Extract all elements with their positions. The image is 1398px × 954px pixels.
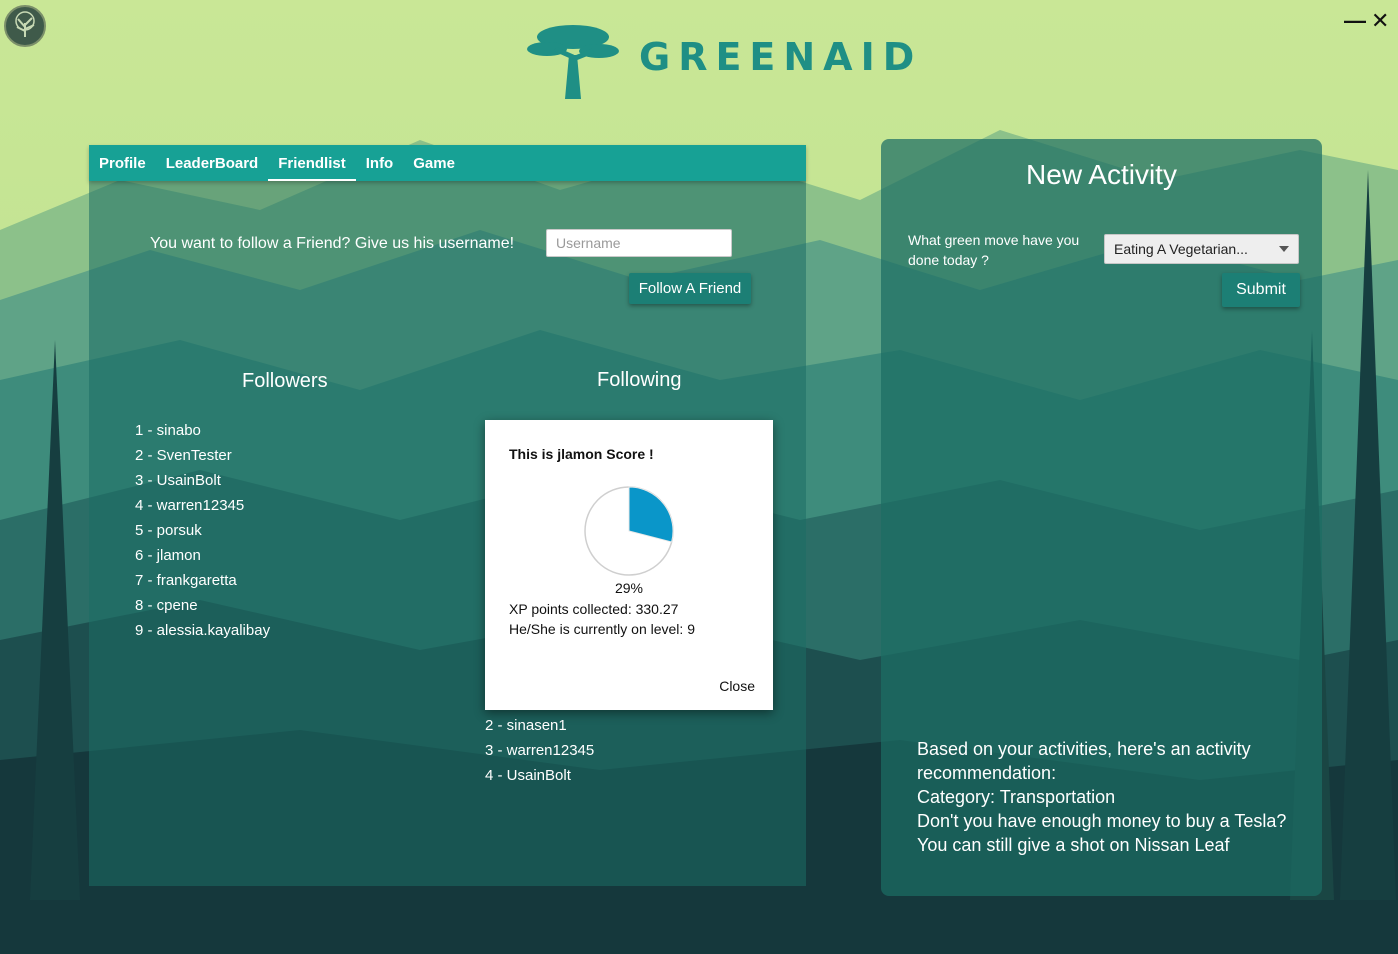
follower-item[interactable]: 2 - SvenTester bbox=[135, 443, 270, 468]
recommendation-line: You can still give a shot on Nissan Leaf bbox=[917, 835, 1230, 855]
app-tree-icon bbox=[4, 5, 46, 47]
followers-heading: Followers bbox=[242, 370, 328, 392]
follower-item[interactable]: 1 - sinabo bbox=[135, 418, 270, 443]
activity-select-value: Eating A Vegetarian... bbox=[1114, 241, 1248, 257]
follower-item[interactable]: 9 - alessia.kayalibay bbox=[135, 618, 270, 643]
new-activity-title: New Activity bbox=[1026, 159, 1177, 190]
follower-item[interactable]: 8 - cpene bbox=[135, 593, 270, 618]
following-item[interactable]: 3 - warren12345 bbox=[485, 738, 594, 763]
follow-prompt: You want to follow a Friend? Give us his… bbox=[150, 235, 515, 252]
score-dialog-title: This is jlamon Score ! bbox=[509, 446, 654, 462]
tab-info[interactable]: Info bbox=[356, 145, 404, 181]
score-percent: 29% bbox=[614, 580, 644, 596]
tab-bar: Profile LeaderBoard Friendlist Info Game bbox=[89, 145, 806, 181]
score-progress-chart bbox=[584, 486, 674, 576]
activity-question: What green move have you done today ? bbox=[908, 232, 1080, 268]
minimize-button[interactable]: — bbox=[1344, 8, 1366, 34]
username-input[interactable] bbox=[546, 229, 732, 257]
activity-recommendation: Based on your activities, here's an acti… bbox=[917, 737, 1286, 857]
tree-logo-icon bbox=[527, 25, 619, 99]
follower-item[interactable]: 5 - porsuk bbox=[135, 518, 270, 543]
tab-game[interactable]: Game bbox=[403, 145, 465, 181]
follower-item[interactable]: 6 - jlamon bbox=[135, 543, 270, 568]
recommendation-line: recommendation: bbox=[917, 763, 1057, 783]
follower-item[interactable]: 7 - frankgaretta bbox=[135, 568, 270, 593]
followers-list: 1 - sinabo 2 - SvenTester 3 - UsainBolt … bbox=[135, 418, 270, 643]
new-activity-panel: New Activity What green move have you do… bbox=[881, 139, 1322, 896]
following-item[interactable]: 2 - sinasen1 bbox=[485, 713, 594, 738]
following-list: 2 - sinasen1 3 - warren12345 4 - UsainBo… bbox=[485, 713, 594, 788]
tab-friendlist[interactable]: Friendlist bbox=[268, 145, 356, 181]
following-heading: Following bbox=[597, 369, 682, 391]
tab-leaderboard[interactable]: LeaderBoard bbox=[156, 145, 269, 181]
activity-select[interactable]: Eating A Vegetarian... bbox=[1104, 234, 1299, 264]
follower-item[interactable]: 3 - UsainBolt bbox=[135, 468, 270, 493]
score-dialog: This is jlamon Score ! 29% XP points col… bbox=[485, 420, 773, 710]
close-dialog-button[interactable]: Close bbox=[719, 678, 755, 694]
tab-profile[interactable]: Profile bbox=[89, 145, 156, 181]
brand-name: GREENAID bbox=[639, 35, 923, 79]
app-logo: GREENAID bbox=[525, 15, 922, 99]
xp-points-text: XP points collected: 330.27 bbox=[509, 601, 679, 617]
chevron-down-icon bbox=[1279, 246, 1289, 252]
recommendation-line: Category: Transportation bbox=[917, 787, 1116, 807]
close-window-button[interactable]: ✕ bbox=[1371, 8, 1389, 34]
following-item[interactable]: 4 - UsainBolt bbox=[485, 763, 594, 788]
recommendation-line: Based on your activities, here's an acti… bbox=[917, 739, 1251, 759]
level-text: He/She is currently on level: 9 bbox=[509, 621, 695, 637]
follower-item[interactable]: 4 - warren12345 bbox=[135, 493, 270, 518]
submit-button[interactable]: Submit bbox=[1222, 273, 1300, 307]
recommendation-line: Don't you have enough money to buy a Tes… bbox=[917, 811, 1287, 831]
follow-friend-button[interactable]: Follow A Friend bbox=[629, 273, 751, 304]
